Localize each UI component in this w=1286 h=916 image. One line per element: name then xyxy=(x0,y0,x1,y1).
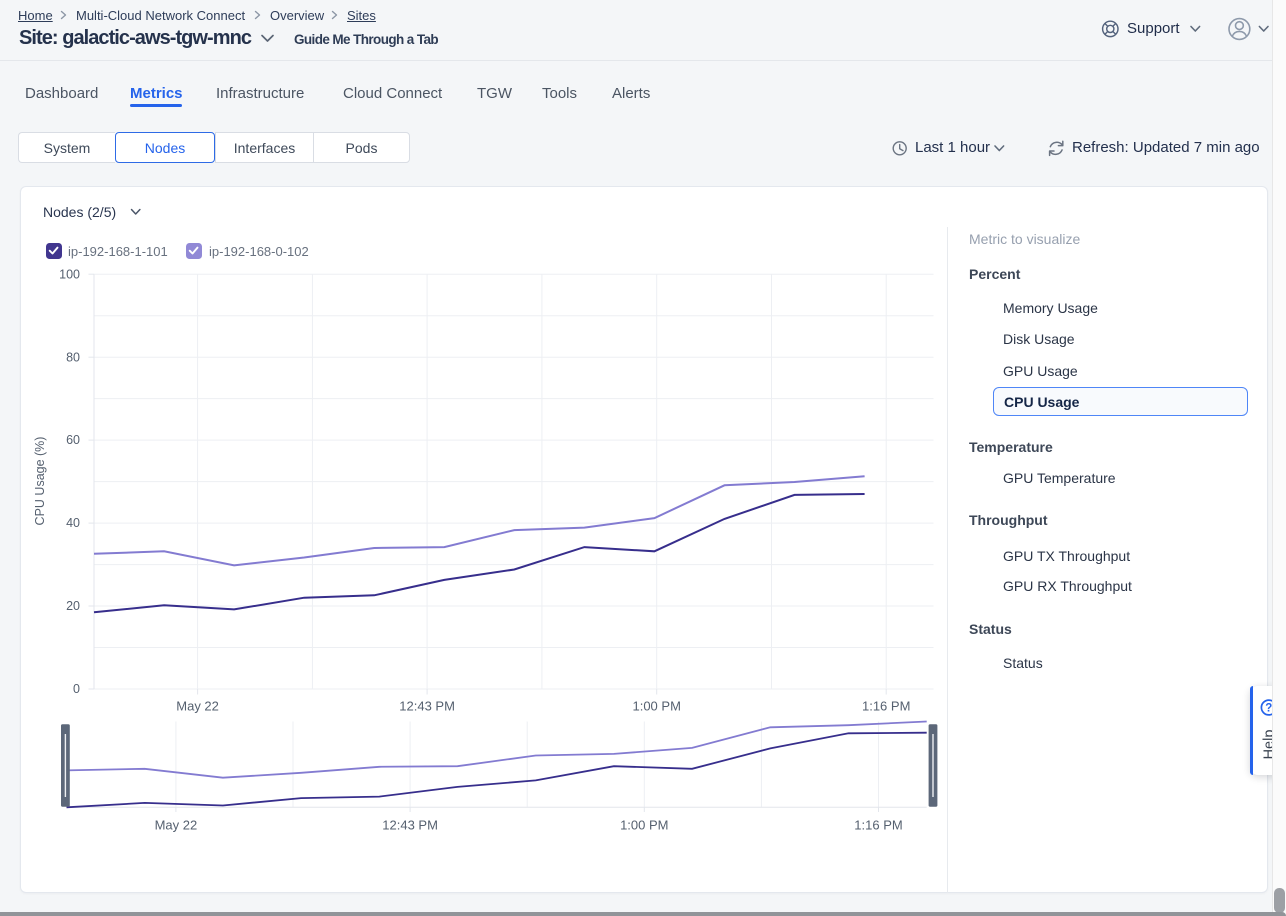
svg-text:100: 100 xyxy=(59,267,80,281)
svg-text:May 22: May 22 xyxy=(155,818,198,833)
svg-text:12:43 PM: 12:43 PM xyxy=(382,818,438,833)
svg-text:1:00 PM: 1:00 PM xyxy=(632,699,680,714)
svg-text:0: 0 xyxy=(73,682,80,696)
svg-text:12:43 PM: 12:43 PM xyxy=(399,699,455,714)
svg-text:1:00 PM: 1:00 PM xyxy=(620,818,668,833)
svg-text:1:16 PM: 1:16 PM xyxy=(862,699,910,714)
svg-text:60: 60 xyxy=(66,433,80,447)
svg-text:40: 40 xyxy=(66,516,80,530)
svg-text:80: 80 xyxy=(66,350,80,364)
svg-text:CPU Usage (%): CPU Usage (%) xyxy=(33,437,47,526)
svg-text:1:16 PM: 1:16 PM xyxy=(854,818,902,833)
svg-text:May 22: May 22 xyxy=(176,699,219,714)
svg-text:20: 20 xyxy=(66,599,80,613)
